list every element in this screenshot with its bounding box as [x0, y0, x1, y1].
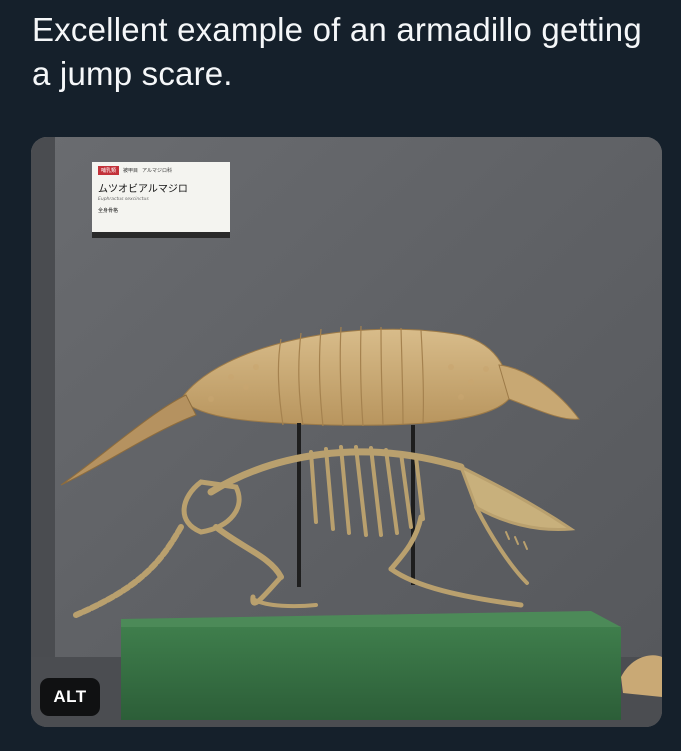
label-order-tag: 被甲目 [123, 168, 139, 174]
label-japanese-name: ムツオビアルマジロ [98, 184, 188, 195]
label-scientific-name: Euphractus sexcinctus [98, 197, 149, 202]
label-note: 全身骨格 [98, 208, 119, 214]
post-image[interactable]: 哺乳類 被甲目 アルマジロ科 ムツオビアルマジロ Euphractus sexc… [31, 137, 662, 727]
post-text: Excellent example of an armadillo gettin… [32, 11, 642, 92]
exhibit-label: 哺乳類 被甲目 アルマジロ科 ムツオビアルマジロ Euphractus sexc… [92, 162, 230, 238]
alt-text-button[interactable]: ALT [40, 678, 100, 716]
display-base [121, 611, 621, 720]
label-family-tag: アルマジロ科 [142, 168, 172, 174]
label-category-tag: 哺乳類 [98, 166, 120, 175]
